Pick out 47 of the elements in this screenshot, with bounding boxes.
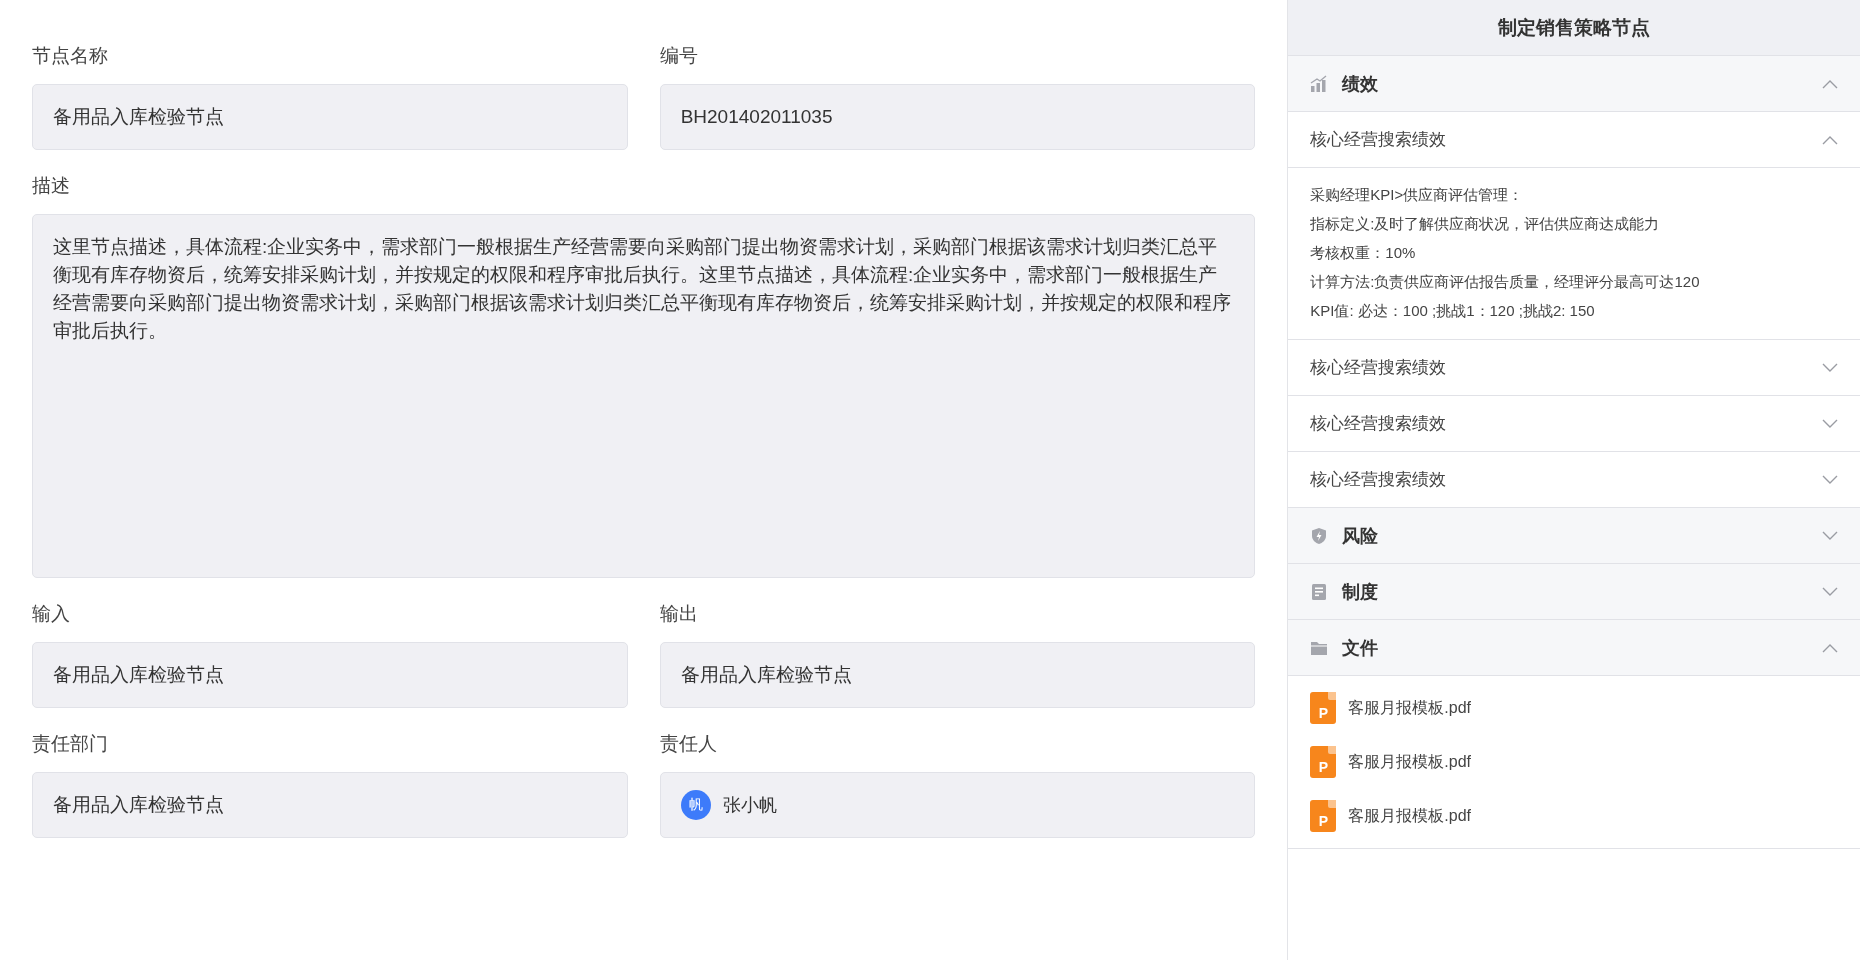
field-label: 输入 (32, 602, 71, 626)
item-title: 核心经营搜索绩效 (1310, 129, 1448, 151)
section-header[interactable]: 风险 (1288, 508, 1860, 564)
pdf-file-icon: P (1310, 692, 1337, 724)
field-label: 描述 (32, 174, 71, 198)
person-field[interactable]: 帆 张小帆 (659, 772, 1256, 838)
detail-line: 指标定义:及时了解供应商状况，评估供应商达成能力 (1310, 214, 1661, 234)
section-title: 文件 (1342, 636, 1380, 660)
field-label: 编号 (659, 44, 699, 68)
accordion-item[interactable]: 核心经营搜索绩效 (1288, 112, 1860, 168)
field-label: 责任人 (659, 732, 718, 756)
input-field[interactable]: 备用品入库检验节点 (32, 84, 628, 150)
shield-icon (1310, 526, 1329, 545)
section-header[interactable]: 制度 (1288, 564, 1860, 620)
panel-title: 制定销售策略节点 (1288, 0, 1860, 56)
item-title: 核心经营搜索绩效 (1310, 357, 1448, 379)
section-header[interactable]: 文件 (1288, 620, 1860, 676)
pdf-file-icon: P (1310, 746, 1337, 778)
section-title: 绩效 (1342, 72, 1380, 96)
pdf-file-icon: P (1310, 800, 1337, 832)
detail-line: 考核权重：10% (1310, 243, 1417, 263)
folder-icon (1310, 639, 1329, 656)
section-title: 制度 (1342, 580, 1380, 604)
field-label: 节点名称 (32, 44, 109, 68)
item-title: 核心经营搜索绩效 (1310, 413, 1448, 435)
person-name: 张小帆 (722, 794, 777, 817)
avatar: 帆 (680, 790, 711, 820)
document-icon (1310, 582, 1329, 601)
file-link[interactable]: 客服月报模板.pdf (1348, 805, 1471, 827)
accordion-item[interactable]: 核心经营搜索绩效 (1288, 396, 1860, 452)
detail-line: KPI值: 必达：100 ;挑战1：120 ;挑战2: 150 (1310, 301, 1596, 321)
file-link[interactable]: 客服月报模板.pdf (1348, 751, 1471, 773)
field-label: 输出 (659, 602, 699, 626)
description-field[interactable]: 这里节点描述，具体流程:企业实务中，需求部门一般根据生产经营需要向采购部门提出物资需求计划，采购部门根据该需求计划归类汇总平衡现有库存物资后，统筹安排采购计划，并按规定的权限和程序审批后执行。这里节点描述，具体流程:企业实务中，需求部门一般根据生产经营需要向采购部门提出物资需求计划，采购部门根据该需求计划归类汇总平衡现有库存物资后，统筹安排采购计划，并按规定的权限和程序审批后执行。 (32, 214, 1256, 578)
section-header[interactable]: 绩效 (1288, 56, 1860, 112)
accordion-item[interactable]: 核心经营搜索绩效 (1288, 340, 1860, 396)
input-field[interactable]: 备用品入库检验节点 (32, 772, 628, 838)
section-title: 风险 (1342, 524, 1380, 548)
input-field[interactable]: 备用品入库检验节点 (32, 642, 628, 708)
input-field[interactable]: 备用品入库检验节点 (659, 642, 1256, 708)
item-title: 核心经营搜索绩效 (1310, 469, 1448, 491)
detail-line: 采购经理KPI>供应商评估管理： (1310, 185, 1525, 205)
detail-line: 计算方法:负责供应商评估报告质量，经理评分最高可达120 (1310, 272, 1701, 292)
input-field[interactable]: BH201402011035 (659, 84, 1256, 150)
field-label: 责任部门 (32, 732, 109, 756)
file-link[interactable]: 客服月报模板.pdf (1348, 697, 1471, 719)
bar-chart-icon (1310, 74, 1329, 93)
